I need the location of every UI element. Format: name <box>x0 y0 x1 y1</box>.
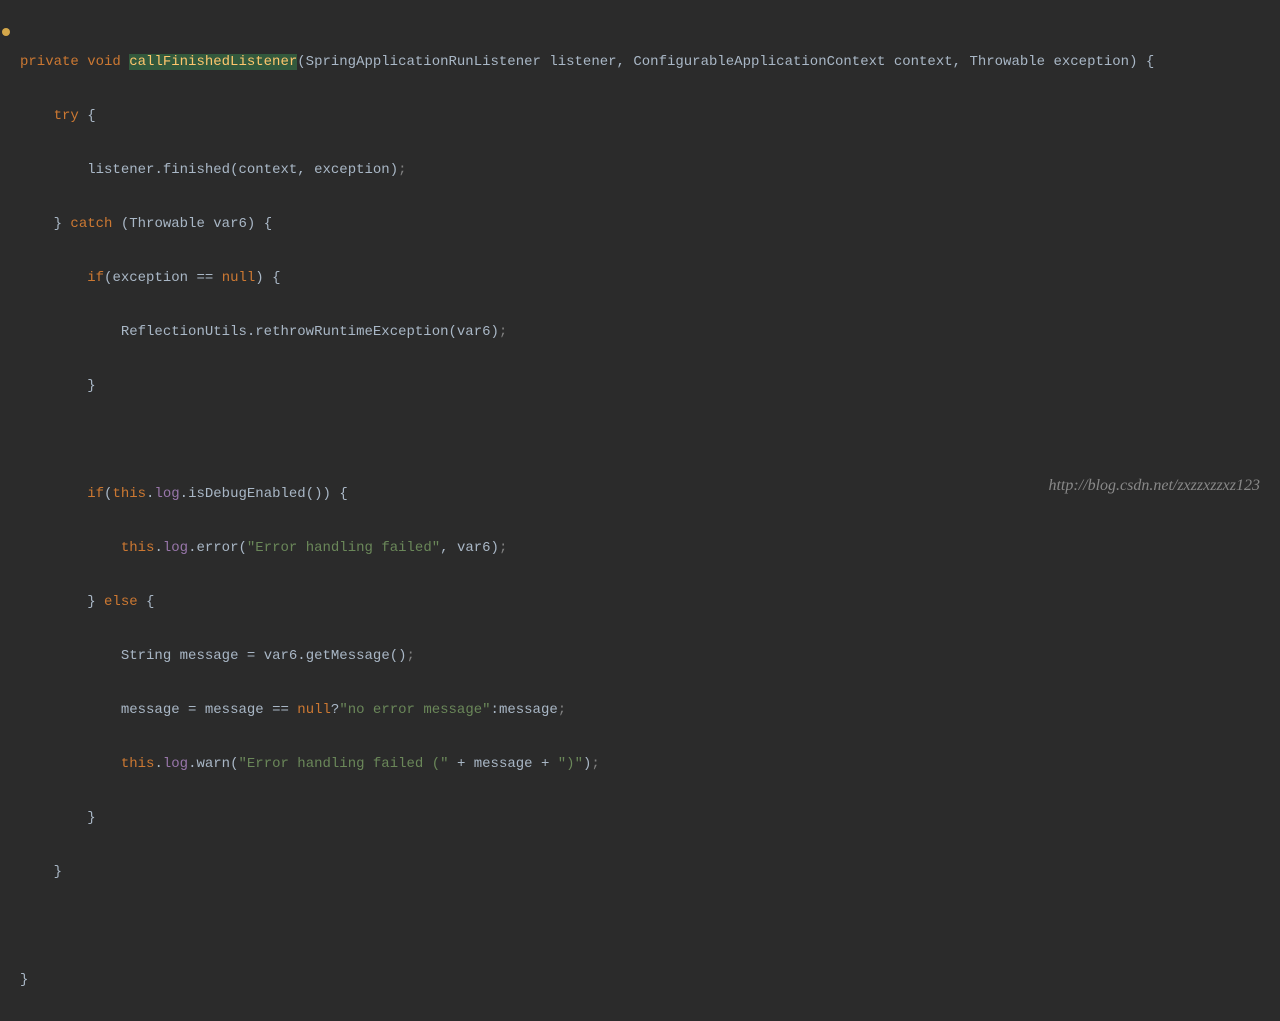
code-line: try { <box>20 103 1280 130</box>
param-type: Throwable <box>969 54 1045 70</box>
identifier: var6 <box>213 216 247 232</box>
keyword-this: this <box>121 540 155 556</box>
class-name: ReflectionUtils <box>121 324 247 340</box>
brace: { <box>87 108 95 124</box>
code-line: ReflectionUtils.rethrowRuntimeException(… <box>20 319 1280 346</box>
param-name: listener <box>549 54 616 70</box>
method-call: getMessage <box>306 648 390 664</box>
identifier: message <box>474 756 533 772</box>
method-call: rethrowRuntimeException <box>255 324 448 340</box>
param-name: context <box>894 54 953 70</box>
watermark-text: http://blog.csdn.net/zxzzxzzxz123 <box>1048 472 1260 499</box>
code-line: } catch (Throwable var6) { <box>20 211 1280 238</box>
keyword-this: this <box>121 756 155 772</box>
method-call: isDebugEnabled <box>188 486 306 502</box>
code-line: } <box>20 805 1280 832</box>
code-line: this.log.error("Error handling failed", … <box>20 535 1280 562</box>
string-literal: ")" <box>558 756 583 772</box>
field: log <box>163 540 188 556</box>
code-line: String message = var6.getMessage(); <box>20 643 1280 670</box>
identifier: context <box>238 162 297 178</box>
paren: ( <box>297 54 305 70</box>
comma: , <box>953 54 961 70</box>
code-line <box>20 427 1280 454</box>
keyword-void: void <box>87 54 121 70</box>
string-literal: "Error handling failed" <box>247 540 440 556</box>
identifier: message <box>180 648 239 664</box>
code-line: } <box>20 373 1280 400</box>
param-type: SpringApplicationRunListener <box>306 54 541 70</box>
code-line: if(exception == null) { <box>20 265 1280 292</box>
identifier: exception <box>112 270 188 286</box>
comma: , <box>617 54 625 70</box>
field: log <box>154 486 179 502</box>
identifier: message <box>499 702 558 718</box>
method-name-highlighted: callFinishedListener <box>129 54 297 70</box>
identifier: var6 <box>457 324 491 340</box>
method-call: warn <box>196 756 230 772</box>
type: Throwable <box>129 216 205 232</box>
paren: ) <box>1129 54 1137 70</box>
code-line: } else { <box>20 589 1280 616</box>
code-line: listener.finished(context, exception); <box>20 157 1280 184</box>
keyword-null: null <box>297 702 331 718</box>
keyword-if: if <box>87 270 104 286</box>
identifier: message <box>205 702 264 718</box>
keyword-try: try <box>54 108 79 124</box>
identifier: var6 <box>264 648 298 664</box>
brace: { <box>1146 54 1154 70</box>
keyword-if: if <box>87 486 104 502</box>
identifier: listener <box>87 162 154 178</box>
gutter-override-icon[interactable] <box>2 28 10 36</box>
keyword-else: else <box>104 594 138 610</box>
keyword-private: private <box>20 54 79 70</box>
string-literal: "Error handling failed (" <box>238 756 448 772</box>
code-line: message = message == null?"no error mess… <box>20 697 1280 724</box>
method-call: finished <box>163 162 230 178</box>
code-line: private void callFinishedListener(Spring… <box>20 49 1280 76</box>
method-call: error <box>196 540 238 556</box>
identifier: message <box>121 702 180 718</box>
param-type: ConfigurableApplicationContext <box>633 54 885 70</box>
string-literal: "no error message" <box>339 702 490 718</box>
code-line: } <box>20 859 1280 886</box>
keyword-this: this <box>112 486 146 502</box>
type: String <box>121 648 171 664</box>
keyword-catch: catch <box>70 216 112 232</box>
code-line: } <box>20 967 1280 994</box>
code-line: this.log.warn("Error handling failed (" … <box>20 751 1280 778</box>
code-line <box>20 913 1280 940</box>
param-name: exception <box>1053 54 1129 70</box>
identifier: exception <box>314 162 390 178</box>
keyword-null: null <box>222 270 256 286</box>
field: log <box>163 756 188 772</box>
identifier: var6 <box>457 540 491 556</box>
